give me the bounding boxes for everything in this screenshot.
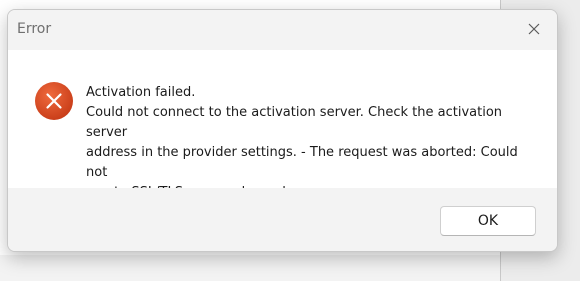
background-status-strip xyxy=(0,255,500,281)
error-message: Activation failed. Could not connect to … xyxy=(86,83,536,203)
ok-button[interactable]: OK xyxy=(440,206,536,236)
message-line: Activation failed. xyxy=(86,85,196,100)
dialog-footer: OK xyxy=(8,188,557,251)
dialog-titlebar: Error xyxy=(8,10,557,50)
message-line: Could not connect to the activation serv… xyxy=(86,105,503,140)
message-line: address in the provider settings. - The … xyxy=(86,145,518,180)
dialog-title: Error xyxy=(17,21,52,37)
dialog-content: Activation failed. Could not connect to … xyxy=(8,50,557,200)
close-button[interactable] xyxy=(511,10,557,48)
error-icon xyxy=(35,82,73,120)
close-icon xyxy=(528,23,540,35)
error-dialog: Error Activation failed. Could not conne… xyxy=(7,9,558,252)
